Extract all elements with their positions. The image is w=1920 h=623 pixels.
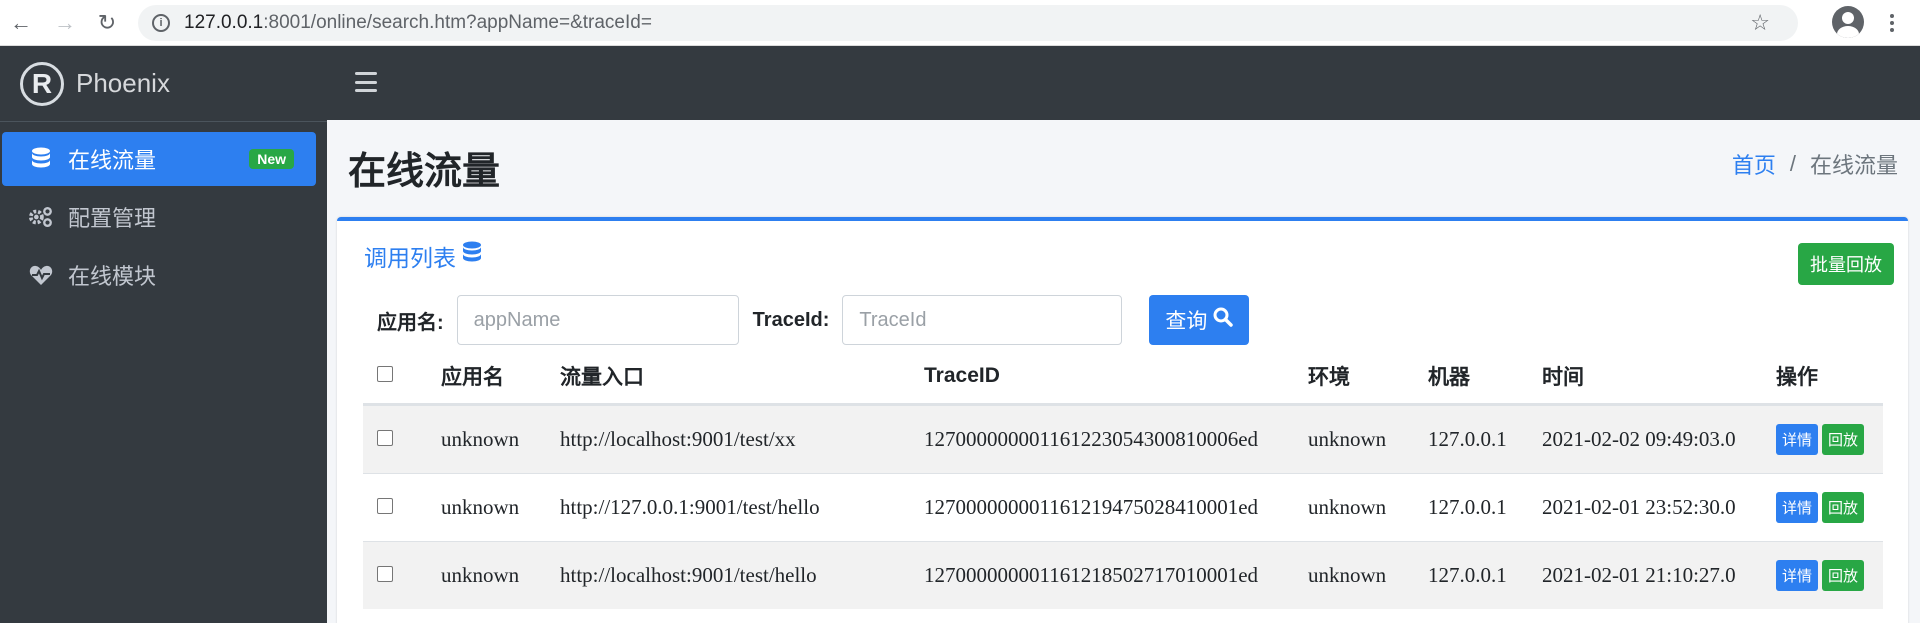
batch-replay-button[interactable]: 批量回放	[1798, 243, 1894, 285]
entry-cell: http://localhost:9001/test/xx	[560, 427, 796, 451]
column-header: TraceID	[924, 364, 1000, 387]
trace-id-cell: 127000000001161219475028410001ed	[924, 495, 1259, 519]
entry-cell: http://127.0.0.1:9001/test/hello	[560, 495, 820, 519]
top-navbar	[327, 46, 1920, 120]
profile-avatar-icon[interactable]	[1832, 6, 1864, 38]
gears-icon	[28, 205, 54, 229]
env-cell: unknown	[1308, 563, 1387, 587]
browser-toolbar: ← → ↻ i 127.0.0.1:8001/online/search.htm…	[0, 0, 1920, 46]
app-name-cell: unknown	[441, 563, 520, 587]
env-cell: unknown	[1308, 427, 1387, 451]
app-name-cell: unknown	[441, 495, 520, 519]
replay-button[interactable]: 回放	[1822, 560, 1865, 591]
sidebar-item-label: 在线流量	[68, 148, 157, 173]
bookmark-star-icon[interactable]: ☆	[1750, 10, 1770, 36]
sidebar: R Phoenix 在线流量 New 配置管理 在线模块	[0, 46, 327, 623]
column-header: 时间	[1542, 366, 1584, 389]
page-title: 在线流量	[348, 151, 501, 193]
database-icon	[462, 241, 482, 271]
column-header: 环境	[1308, 366, 1350, 389]
address-bar[interactable]: i 127.0.0.1:8001/online/search.htm?appNa…	[138, 5, 1798, 41]
back-icon[interactable]: ←	[6, 8, 36, 38]
breadcrumb-separator: /	[1789, 151, 1796, 176]
replay-button[interactable]: 回放	[1822, 492, 1865, 523]
trace-id-cell: 127000000001161223054300810006ed	[924, 427, 1259, 451]
detail-button[interactable]: 详情	[1776, 424, 1819, 455]
time-cell: 2021-02-01 21:10:27.0	[1542, 563, 1736, 587]
brand-logo-icon: R	[20, 61, 64, 106]
forward-icon[interactable]: →	[50, 8, 80, 38]
host-cell: 127.0.0.1	[1428, 563, 1507, 587]
sidebar-nav: 在线流量 New 配置管理 在线模块	[0, 122, 327, 302]
host-cell: 127.0.0.1	[1428, 427, 1507, 451]
time-cell: 2021-02-02 09:49:03.0	[1542, 427, 1736, 451]
new-badge: New	[249, 149, 294, 169]
breadcrumb: 首页 / 在线流量	[1732, 148, 1898, 180]
site-info-icon[interactable]: i	[152, 14, 170, 32]
sidebar-item-label: 配置管理	[68, 206, 157, 231]
column-header: 机器	[1428, 366, 1470, 389]
replay-button[interactable]: 回放	[1822, 424, 1865, 455]
detail-button[interactable]: 详情	[1776, 560, 1819, 591]
entry-cell: http://localhost:9001/test/hello	[560, 563, 817, 587]
row-checkbox[interactable]	[377, 430, 393, 446]
sidebar-item-online-module[interactable]: 在线模块	[2, 248, 325, 302]
breadcrumb-home-link[interactable]: 首页	[1732, 148, 1776, 180]
url-text: 127.0.0.1:8001/online/search.htm?appName…	[184, 12, 652, 33]
query-button[interactable]: 查询	[1149, 295, 1250, 345]
brand-name: Phoenix	[76, 68, 170, 98]
search-icon	[1213, 307, 1234, 333]
select-all-checkbox[interactable]	[377, 366, 393, 382]
env-cell: unknown	[1308, 495, 1387, 519]
sidebar-item-online-traffic[interactable]: 在线流量 New	[2, 132, 316, 186]
app-name-label: 应用名:	[377, 311, 444, 334]
trace-id-label: TraceId:	[752, 308, 830, 331]
query-button-label: 查询	[1165, 310, 1208, 333]
menu-toggle-icon[interactable]	[355, 72, 377, 92]
app-name-cell: unknown	[441, 427, 520, 451]
card-title: 调用列表	[364, 239, 482, 273]
table-header-row: 应用名 流量入口 TraceID 环境 机器 时间 操作	[363, 349, 1883, 405]
table-row: unknown http://localhost:9001/test/hello…	[363, 541, 1883, 609]
trace-id-input[interactable]	[842, 295, 1123, 345]
brand[interactable]: R Phoenix	[0, 46, 327, 122]
database-icon	[28, 147, 54, 171]
browser-menu-icon[interactable]	[1882, 8, 1902, 38]
heartbeat-icon	[28, 264, 54, 286]
column-header: 应用名	[441, 366, 504, 389]
app-name-input[interactable]	[456, 295, 739, 345]
column-header: 操作	[1776, 366, 1818, 389]
card-title-text: 调用列表	[364, 245, 456, 271]
search-filters: 应用名: TraceId: 查询	[377, 295, 1250, 345]
trace-id-cell: 127000000001161218502717010001ed	[924, 563, 1259, 587]
sidebar-item-config[interactable]: 配置管理	[2, 190, 325, 244]
detail-button[interactable]: 详情	[1776, 492, 1819, 523]
call-list-card: 调用列表 批量回放 应用名: TraceId: 查询 应用名 流量入口 Trac…	[337, 217, 1908, 623]
row-checkbox[interactable]	[377, 566, 393, 582]
traffic-table: 应用名 流量入口 TraceID 环境 机器 时间 操作 unknown htt…	[363, 349, 1883, 609]
table-row: unknown http://localhost:9001/test/xx 12…	[363, 405, 1883, 473]
sidebar-item-label: 在线模块	[68, 264, 157, 289]
table-row: unknown http://127.0.0.1:9001/test/hello…	[363, 473, 1883, 541]
host-cell: 127.0.0.1	[1428, 495, 1507, 519]
time-cell: 2021-02-01 23:52:30.0	[1542, 495, 1736, 519]
column-header: 流量入口	[560, 366, 644, 389]
reload-icon[interactable]: ↻	[92, 8, 122, 38]
row-checkbox[interactable]	[377, 498, 393, 514]
breadcrumb-current: 在线流量	[1809, 153, 1898, 178]
